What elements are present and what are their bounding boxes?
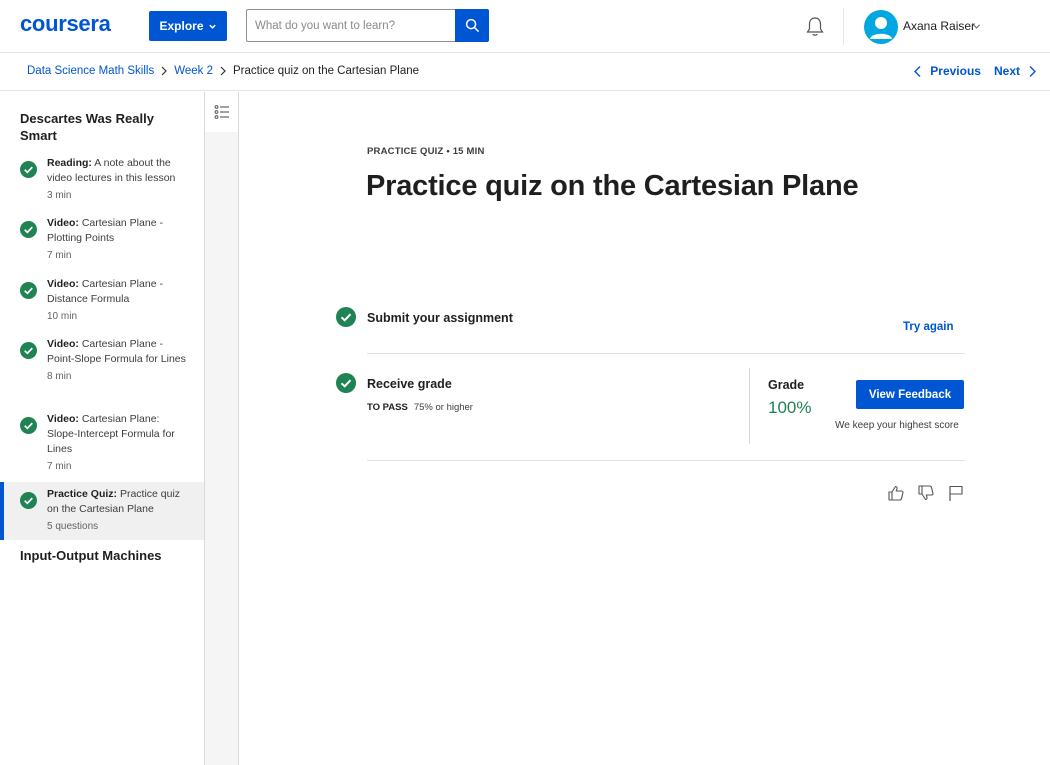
- highest-score-note: We keep your highest score: [835, 420, 959, 431]
- check-circle-icon: [20, 342, 37, 359]
- try-again-link[interactable]: Try again: [903, 321, 954, 333]
- item-navigation: Previous Next: [912, 64, 1038, 78]
- thumbs-down-icon[interactable]: [917, 484, 935, 502]
- check-circle-icon: [20, 161, 37, 178]
- breadcrumb-bar: Data Science Math Skills Week 2 Practice…: [0, 53, 1050, 91]
- lesson-type: Video:: [47, 217, 79, 229]
- search-icon: [465, 18, 479, 33]
- avatar[interactable]: [864, 10, 898, 44]
- chevron-right-icon: [1029, 65, 1036, 77]
- lesson-item[interactable]: Video: Cartesian Plane - Point-Slope For…: [0, 337, 204, 399]
- chevron-down-icon: [208, 24, 216, 29]
- explore-button[interactable]: Explore: [149, 11, 227, 41]
- lesson-duration: 5 questions: [47, 521, 99, 532]
- lesson-type: Video:: [47, 338, 79, 350]
- lesson-item[interactable]: Video: Cartesian Plane - Distance Formul…: [0, 277, 204, 323]
- grade-label: Grade: [768, 378, 805, 392]
- page-title: Practice quiz on the Cartesian Plane: [366, 170, 859, 202]
- outline-list-icon: [214, 105, 229, 119]
- coursera-logo[interactable]: coursera: [20, 11, 111, 37]
- lesson-duration: 7 min: [47, 250, 72, 261]
- view-feedback-button[interactable]: View Feedback: [856, 380, 964, 409]
- course-outline-sidebar: Descartes Was Really Smart Reading: A no…: [0, 92, 205, 765]
- search-input[interactable]: [246, 9, 455, 42]
- check-circle-icon: [20, 282, 37, 299]
- bell-icon[interactable]: [805, 16, 825, 38]
- lesson-duration: 7 min: [47, 461, 72, 472]
- top-navigation-bar: coursera Explore Axana Raiser: [0, 0, 1050, 53]
- lesson-type: Practice Quiz:: [47, 488, 118, 500]
- user-icon: [870, 17, 892, 39]
- pass-requirement: TO PASS 75% or higher: [367, 402, 473, 413]
- next-label: Next: [993, 64, 1020, 78]
- lesson-type: Video:: [47, 278, 79, 290]
- check-circle-icon: [336, 373, 356, 393]
- lesson-text: Practice Quiz: Practice quiz on the Cart…: [47, 487, 187, 534]
- thumbs-up-icon[interactable]: [887, 484, 905, 502]
- breadcrumb-current: Practice quiz on the Cartesian Plane: [232, 65, 420, 77]
- lesson-item[interactable]: Video: Cartesian Plane - Plotting Points…: [0, 216, 204, 262]
- divider: [367, 353, 965, 354]
- lesson-text: Video: Cartesian Plane: Slope-Intercept …: [47, 412, 187, 474]
- next-link[interactable]: Next: [994, 64, 1038, 78]
- explore-label: Explore: [159, 19, 204, 33]
- section-title[interactable]: Descartes Was Really Smart: [20, 110, 190, 144]
- lesson-text: Video: Cartesian Plane - Distance Formul…: [47, 277, 187, 324]
- check-circle-icon: [20, 492, 37, 509]
- lesson-text: Video: Cartesian Plane - Plotting Points…: [47, 216, 187, 263]
- lesson-duration: 10 min: [47, 311, 78, 322]
- lesson-text: Reading: A note about the video lectures…: [47, 156, 187, 203]
- toggle-outline-button[interactable]: [205, 92, 238, 132]
- item-kicker: PRACTICE QUIZ • 15 MIN: [367, 146, 485, 157]
- lesson-duration: 8 min: [47, 371, 72, 382]
- chevron-right-icon: [161, 66, 168, 76]
- previous-label: Previous: [930, 64, 981, 78]
- grade-divider: [749, 368, 750, 444]
- chevron-right-icon: [220, 66, 226, 76]
- lesson-item[interactable]: Video: Cartesian Plane: Slope-Intercept …: [0, 412, 204, 474]
- lesson-item[interactable]: Reading: A note about the video lectures…: [0, 156, 204, 202]
- header-divider: [843, 8, 844, 45]
- chevron-down-icon[interactable]: [972, 22, 981, 31]
- breadcrumb-week[interactable]: Week 2: [174, 65, 213, 77]
- submit-step-label: Submit your assignment: [367, 311, 513, 325]
- breadcrumb-course[interactable]: Data Science Math Skills: [27, 65, 154, 77]
- check-circle-icon: [20, 221, 37, 238]
- user-name[interactable]: Axana Raiser: [903, 19, 975, 33]
- flag-icon[interactable]: [947, 484, 965, 502]
- check-circle-icon: [20, 417, 37, 434]
- grade-value: 100%: [768, 398, 812, 417]
- divider: [367, 460, 965, 461]
- chevron-left-icon: [914, 65, 921, 77]
- receive-grade-label: Receive grade: [367, 377, 452, 391]
- previous-link[interactable]: Previous: [912, 64, 981, 78]
- to-pass-value: 75% or higher: [413, 402, 473, 413]
- lesson-type: Video:: [47, 413, 79, 425]
- lesson-text: Video: Cartesian Plane - Point-Slope For…: [47, 337, 187, 384]
- check-circle-icon: [336, 307, 356, 327]
- lesson-item-active[interactable]: Practice Quiz: Practice quiz on the Cart…: [0, 482, 204, 540]
- lesson-type: Reading:: [47, 157, 92, 169]
- sidebar-rail: [205, 92, 239, 765]
- lesson-duration: 3 min: [47, 190, 72, 201]
- breadcrumb: Data Science Math Skills Week 2 Practice…: [27, 65, 419, 77]
- section-title[interactable]: Input-Output Machines: [20, 547, 190, 564]
- search-button[interactable]: [455, 9, 489, 42]
- to-pass-label: TO PASS: [367, 402, 408, 413]
